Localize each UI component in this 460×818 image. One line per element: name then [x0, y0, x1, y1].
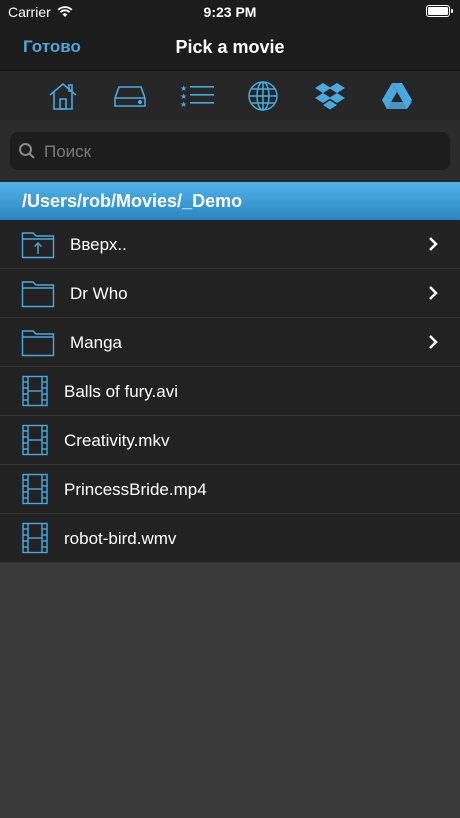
battery-icon	[426, 5, 453, 17]
list-item-label: robot-bird.wmv	[64, 529, 177, 548]
list-item-file[interactable]: Creativity.mkv	[0, 416, 460, 465]
folder-icon	[21, 330, 55, 357]
page-title: Pick a movie	[175, 37, 285, 57]
folder-icon	[21, 281, 55, 308]
list-item-label: Вверх..	[70, 235, 127, 254]
search-input[interactable]	[42, 132, 446, 172]
list-item-folder[interactable]: Manga	[0, 318, 460, 367]
source-toolbar: ★ ★ ★	[0, 70, 460, 120]
list-item-file[interactable]: Balls of fury.avi	[0, 367, 460, 416]
list-item-label: PrincessBride.mp4	[64, 480, 207, 499]
list-item-folder-up[interactable]: Вверх..	[0, 220, 460, 269]
favorites-button[interactable]: ★ ★ ★	[180, 79, 214, 113]
drive-icon	[114, 85, 146, 107]
dropbox-button[interactable]	[313, 79, 347, 113]
favorites-list-icon: ★ ★ ★	[180, 84, 214, 109]
current-path-header: /Users/rob/Movies/_Demo	[0, 182, 460, 220]
clock: 9:23 PM	[203, 4, 257, 20]
home-icon	[49, 82, 77, 110]
list-item-label: Creativity.mkv	[64, 431, 170, 450]
status-bar: Carrier 9:23 PM	[0, 0, 460, 24]
list-item-file[interactable]: robot-bird.wmv	[0, 514, 460, 563]
film-icon	[22, 375, 48, 407]
search-field[interactable]	[10, 132, 450, 172]
search-icon	[19, 143, 35, 159]
chevron-right-icon	[429, 286, 438, 300]
network-button[interactable]	[246, 79, 280, 113]
list-item-file[interactable]: PrincessBride.mp4	[0, 465, 460, 514]
folder-up-icon	[21, 232, 55, 259]
list-item-label: Dr Who	[70, 284, 128, 303]
search-bar	[0, 120, 460, 182]
film-icon	[22, 424, 48, 456]
chevron-right-icon	[429, 237, 438, 251]
google-drive-icon	[381, 82, 412, 109]
navigation-bar: Готово Pick a movie	[0, 24, 460, 70]
film-icon	[22, 473, 48, 505]
list-item-label: Balls of fury.avi	[64, 382, 179, 401]
file-list: Вверх.. Dr Who Manga Balls of fury.avi C…	[0, 220, 460, 563]
globe-icon	[248, 80, 279, 111]
film-icon	[22, 522, 48, 554]
chevron-right-icon	[429, 335, 438, 349]
svg-text:★: ★	[180, 100, 187, 109]
current-path: /Users/rob/Movies/_Demo	[22, 191, 243, 211]
list-item-label: Manga	[70, 333, 122, 352]
list-item-folder[interactable]: Dr Who	[0, 269, 460, 318]
dropbox-icon	[314, 82, 345, 109]
home-button[interactable]	[46, 79, 80, 113]
google-drive-button[interactable]	[380, 79, 414, 113]
local-drive-button[interactable]	[113, 79, 147, 113]
